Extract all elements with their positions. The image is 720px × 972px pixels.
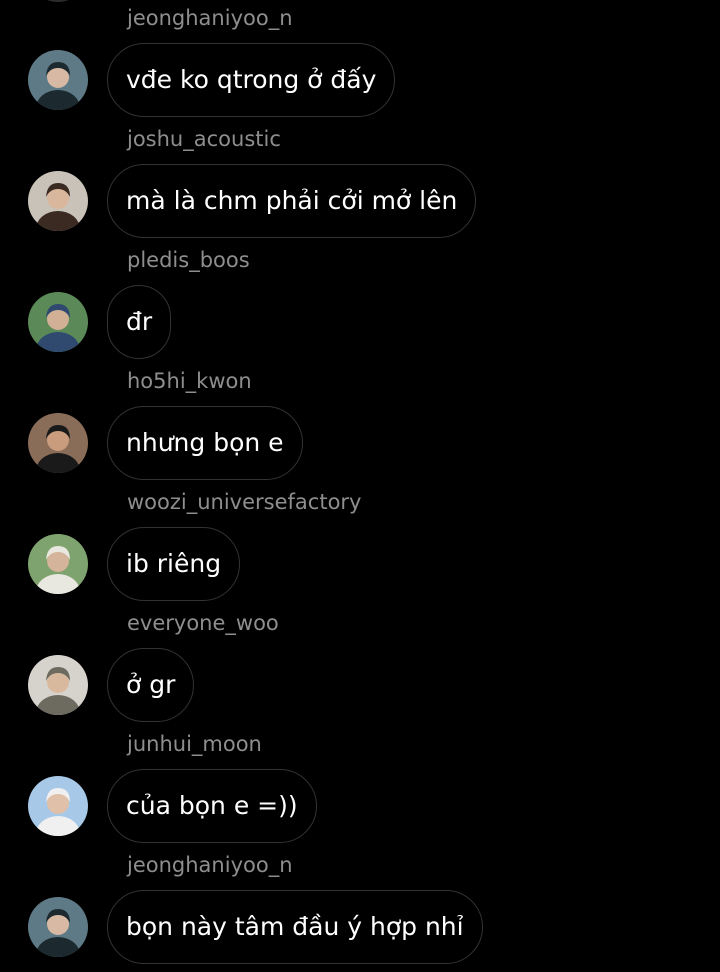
message-bubble[interactable]: bọn này tâm đầu ý hợp nhỉ — [107, 890, 483, 964]
sender-username[interactable]: joshu_acoustic — [127, 125, 281, 153]
sender-username[interactable]: jeonghaniyoo_n — [127, 4, 293, 32]
sender-username[interactable]: woozi_universefactory — [127, 488, 361, 516]
message-row: joshu_acoustic mà là chm phải cởi mở lên — [0, 125, 720, 246]
message-bubble[interactable]: mà là chm phải cởi mở lên — [107, 164, 477, 238]
profile-photo-man-outdoors[interactable] — [28, 292, 88, 352]
message-row: junhui_moon của bọn e =)) — [0, 730, 720, 851]
message-bubble[interactable]: vđe ko qtrong ở đấy — [107, 43, 396, 117]
profile-photo-man-dark-hair[interactable] — [28, 50, 88, 110]
sender-username[interactable]: junhui_moon — [127, 730, 262, 758]
sender-username[interactable]: everyone_woo — [127, 609, 279, 637]
profile-photo-man-bucket-hat[interactable] — [28, 776, 88, 836]
message-bubble[interactable]: ở gr — [107, 648, 195, 722]
message-bubble[interactable]: nhưng bọn e — [107, 406, 303, 480]
sender-username[interactable]: jeonghaniyoo_n — [127, 851, 293, 879]
profile-photo-man-light[interactable] — [28, 655, 88, 715]
profile-photo-man-outdoors[interactable] — [28, 534, 88, 594]
message-row: jeonghaniyoo_n vđe ko qtrong ở đấy — [0, 4, 720, 125]
sender-username[interactable]: ho5hi_kwon — [127, 367, 252, 395]
profile-photo-man-cap[interactable] — [28, 413, 88, 473]
message-row: ho5hi_kwon nhưng bọn e — [0, 367, 720, 488]
message-row: pledis_boos đr — [0, 246, 720, 367]
message-bubble[interactable]: của bọn e =)) — [107, 769, 317, 843]
chat-thread[interactable]: jeonghaniyoo_n vđe ko qtrong ở đấy joshu_a… — [0, 0, 720, 967]
message-row: woozi_universefactoryib riêng — [0, 488, 720, 609]
profile-photo-man-dark-hair[interactable] — [28, 171, 88, 231]
previous-avatar[interactable] — [28, 0, 88, 2]
message-bubble[interactable]: đr — [107, 285, 172, 359]
message-bubble[interactable]: ib riêng — [107, 527, 241, 601]
profile-photo-man-dark-hair[interactable] — [28, 897, 88, 957]
message-row: jeonghaniyoo_n bọn này tâm đầu ý hợp nhỉ — [0, 851, 720, 972]
sender-username[interactable]: pledis_boos — [127, 246, 250, 274]
message-row: everyone_woo ở gr — [0, 609, 720, 730]
